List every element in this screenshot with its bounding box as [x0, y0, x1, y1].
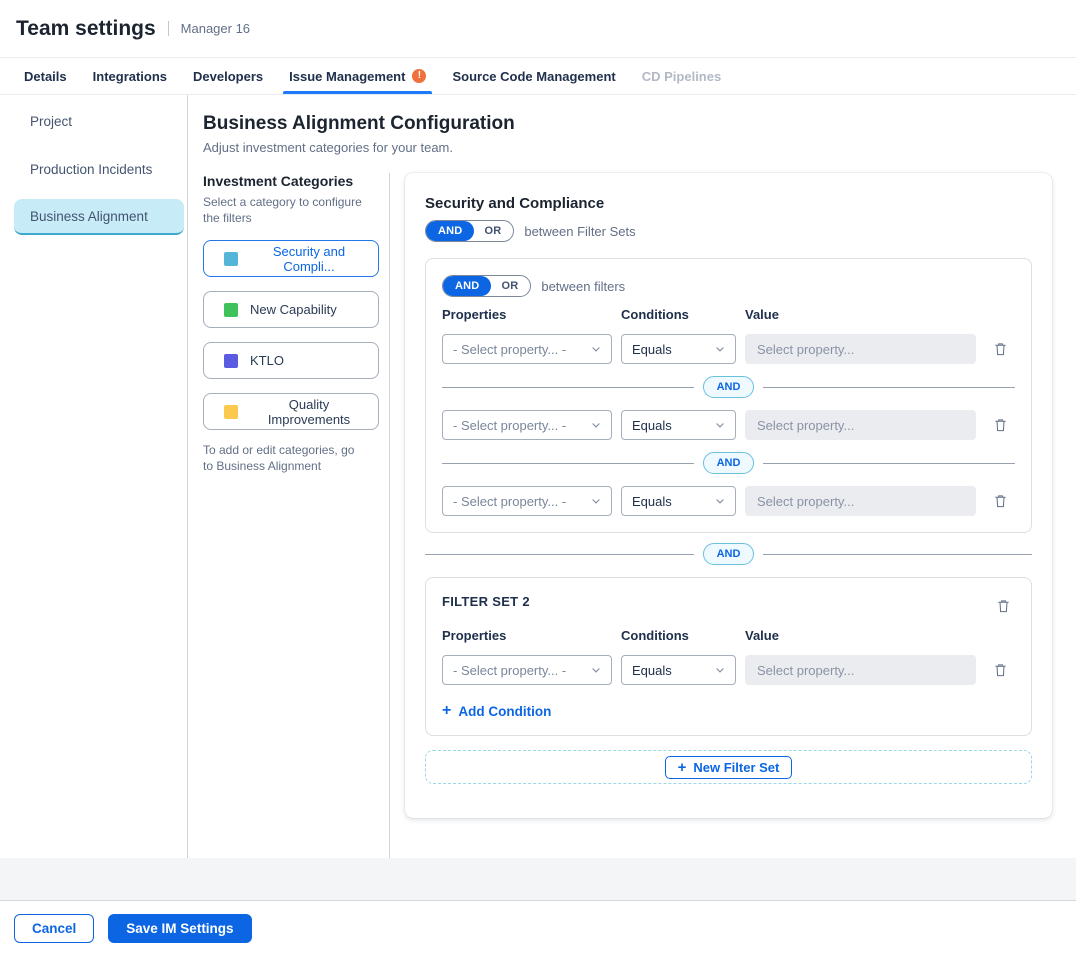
investment-categories-panel: Investment Categories Select a category …	[203, 173, 390, 858]
filters-and-or-toggle[interactable]: AND OR	[442, 275, 531, 297]
tab-issue-management[interactable]: Issue Management !	[287, 58, 428, 94]
filter-sets-and-or-toggle[interactable]: AND OR	[425, 220, 514, 242]
tab-developers[interactable]: Developers	[191, 58, 265, 94]
or-option[interactable]: OR	[491, 276, 530, 296]
chevron-down-icon	[590, 495, 602, 507]
categories-title: Investment Categories	[203, 173, 379, 189]
category-color-swatch	[224, 303, 238, 317]
value-input[interactable]	[745, 410, 976, 440]
content-area: Project Production Incidents Business Al…	[0, 95, 1076, 858]
section-heading: Business Alignment Configuration	[203, 113, 1052, 135]
new-filter-set-dropzone: + New Filter Set	[425, 750, 1032, 784]
save-im-settings-button[interactable]: Save IM Settings	[108, 914, 251, 943]
filter-configuration-card: Security and Compliance AND OR between F…	[405, 173, 1052, 818]
between-filter-sets-label: between Filter Sets	[524, 224, 635, 239]
category-color-swatch	[224, 252, 238, 266]
categories-footnote: To add or edit categories, go to Busines…	[203, 442, 367, 474]
page-header: Team settings Manager 16	[0, 0, 1076, 58]
plus-icon: +	[442, 703, 451, 719]
property-select[interactable]: - Select property... -	[442, 486, 612, 516]
sidebar-item-production-incidents[interactable]: Production Incidents	[14, 151, 184, 187]
value-input[interactable]	[745, 655, 976, 685]
settings-sidebar: Project Production Incidents Business Al…	[0, 95, 188, 858]
delete-condition-button[interactable]	[989, 658, 1012, 682]
condition-select[interactable]: Equals	[621, 655, 736, 685]
category-color-swatch	[224, 354, 238, 368]
chevron-down-icon	[590, 343, 602, 355]
trash-icon	[993, 341, 1008, 357]
delete-condition-button[interactable]	[989, 413, 1012, 437]
plus-icon: +	[678, 760, 687, 775]
condition-select[interactable]: Equals	[621, 410, 736, 440]
tab-integrations[interactable]: Integrations	[91, 58, 169, 94]
cancel-button[interactable]: Cancel	[14, 914, 94, 943]
delete-condition-button[interactable]	[989, 337, 1012, 361]
trash-icon	[993, 417, 1008, 433]
category-security-and-compliance[interactable]: Security and Compli...	[203, 240, 379, 277]
tab-details[interactable]: Details	[22, 58, 69, 94]
column-header-properties: Properties	[442, 307, 612, 322]
warning-icon: !	[412, 69, 426, 83]
chevron-down-icon	[714, 419, 726, 431]
property-select[interactable]: - Select property... -	[442, 334, 612, 364]
and-option[interactable]: AND	[426, 221, 474, 241]
and-option[interactable]: AND	[443, 276, 491, 296]
filter-set-1: AND OR between filters Properties Condit…	[425, 258, 1032, 533]
tab-cd-pipelines: CD Pipelines	[640, 58, 723, 94]
value-input[interactable]	[745, 334, 976, 364]
trash-icon	[993, 493, 1008, 509]
category-new-capability[interactable]: New Capability	[203, 291, 379, 328]
filter-set-2: FILTER SET 2 Properties Conditions Value…	[425, 577, 1032, 736]
content-backdrop	[0, 858, 1076, 900]
sidebar-item-business-alignment[interactable]: Business Alignment	[14, 199, 184, 235]
column-header-properties: Properties	[442, 628, 612, 643]
action-footer: Cancel Save IM Settings	[0, 900, 1076, 956]
tab-source-code-management[interactable]: Source Code Management	[450, 58, 617, 94]
new-filter-set-button[interactable]: + New Filter Set	[665, 756, 793, 779]
delete-filter-set-button[interactable]	[992, 594, 1015, 618]
property-select[interactable]: - Select property... -	[442, 655, 612, 685]
column-header-conditions: Conditions	[621, 628, 736, 643]
section-subheading: Adjust investment categories for your te…	[203, 140, 1052, 155]
trash-icon	[996, 598, 1011, 614]
category-quality-improvements[interactable]: Quality Improvements	[203, 393, 379, 430]
or-option[interactable]: OR	[474, 221, 513, 241]
category-color-swatch	[224, 405, 238, 419]
selected-category-title: Security and Compliance	[425, 195, 1032, 212]
condition-select[interactable]: Equals	[621, 486, 736, 516]
between-filters-label: between filters	[541, 279, 625, 294]
column-header-value: Value	[745, 628, 976, 643]
chevron-down-icon	[714, 664, 726, 676]
main-panel: Business Alignment Configuration Adjust …	[188, 95, 1076, 858]
chevron-down-icon	[714, 495, 726, 507]
chevron-down-icon	[590, 664, 602, 676]
and-connector-between-sets: AND	[425, 543, 1032, 565]
sidebar-item-project[interactable]: Project	[14, 103, 184, 139]
column-header-conditions: Conditions	[621, 307, 736, 322]
tab-bar: Details Integrations Developers Issue Ma…	[0, 58, 1076, 95]
and-connector: AND	[442, 376, 1015, 398]
delete-condition-button[interactable]	[989, 489, 1012, 513]
add-condition-button[interactable]: + Add Condition	[442, 703, 551, 719]
page-title: Team settings	[16, 17, 156, 41]
filter-set-2-title: FILTER SET 2	[442, 594, 530, 609]
category-ktlo[interactable]: KTLO	[203, 342, 379, 379]
column-header-value: Value	[745, 307, 976, 322]
categories-description: Select a category to configure the filte…	[203, 194, 363, 226]
condition-select[interactable]: Equals	[621, 334, 736, 364]
chevron-down-icon	[714, 343, 726, 355]
value-input[interactable]	[745, 486, 976, 516]
chevron-down-icon	[590, 419, 602, 431]
trash-icon	[993, 662, 1008, 678]
page-context: Manager 16	[168, 21, 250, 36]
and-connector: AND	[442, 452, 1015, 474]
property-select[interactable]: - Select property... -	[442, 410, 612, 440]
